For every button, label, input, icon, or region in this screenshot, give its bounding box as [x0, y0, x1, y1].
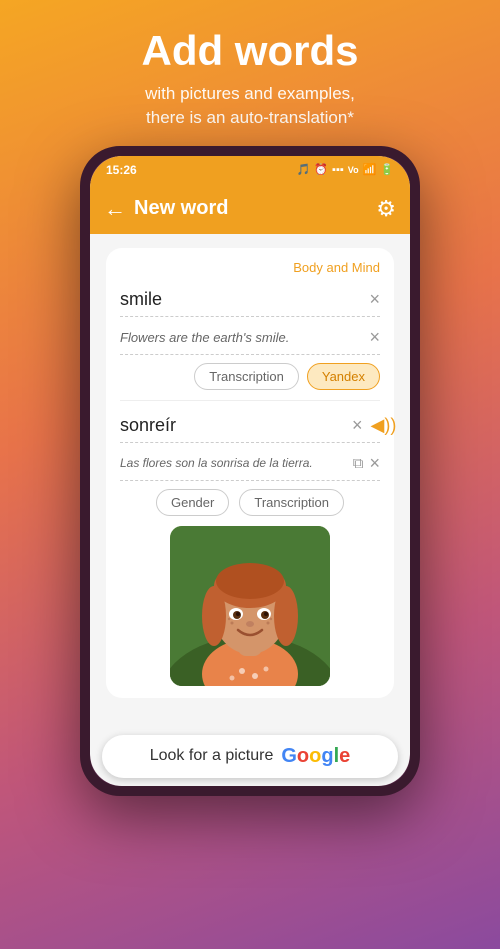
phone-screen: 15:26 🎵 ⏰ ▪▪▪ Vo 📶 🔋 ← New word — [90, 156, 410, 786]
translation-transcription-button[interactable]: Transcription — [239, 489, 344, 516]
divider — [120, 400, 380, 401]
main-content: Body and Mind × Flowers are the earth's … — [90, 234, 410, 727]
category-label[interactable]: Body and Mind — [120, 260, 380, 275]
app-bar-title: New word — [134, 197, 228, 220]
clear-translation-button[interactable]: × — [352, 415, 363, 436]
gender-button[interactable]: Gender — [156, 489, 229, 516]
translation-example-field: Las flores son la sonrisa de la tierra. … — [120, 447, 380, 481]
content-card: Body and Mind × Flowers are the earth's … — [106, 248, 394, 698]
example-text[interactable]: Flowers are the earth's smile. — [120, 330, 369, 345]
copy-icon[interactable]: ⧉ — [353, 455, 364, 472]
back-button[interactable]: ← — [104, 196, 126, 222]
yandex-button[interactable]: Yandex — [307, 363, 380, 390]
status-icons: 🎵 ⏰ ▪▪▪ Vo 📶 🔋 — [297, 163, 394, 176]
translation-input[interactable] — [120, 415, 352, 436]
word-input[interactable] — [120, 289, 369, 310]
source-buttons-row: Transcription Yandex — [120, 363, 380, 390]
translation-actions: × ◀)) — [352, 415, 396, 436]
app-bar-left: ← New word — [104, 196, 228, 222]
settings-icon[interactable]: ⚙ — [376, 196, 396, 222]
google-logo: Google — [281, 745, 350, 768]
person-photo — [170, 526, 330, 686]
app-bar: ← New word ⚙ — [90, 184, 410, 234]
page-title: Add words — [142, 28, 359, 74]
translation-buttons-row: Gender Transcription — [120, 489, 380, 516]
word-image[interactable] — [170, 526, 330, 686]
speaker-icon[interactable]: ◀)) — [371, 415, 397, 436]
page-subtitle: with pictures and examples, there is an … — [142, 82, 359, 130]
transcription-button[interactable]: Transcription — [194, 363, 299, 390]
word-field: × — [120, 283, 380, 317]
translation-section: × ◀)) Las flores son la sonrisa de la ti… — [120, 409, 380, 686]
search-text: Look for a picture — [150, 747, 274, 765]
clear-word-button[interactable]: × — [369, 289, 380, 310]
translation-example-text[interactable]: Las flores son la sonrisa de la tierra. — [120, 456, 353, 470]
top-section: Add words with pictures and examples, th… — [122, 0, 379, 146]
status-bar: 15:26 🎵 ⏰ ▪▪▪ Vo 📶 🔋 — [90, 156, 410, 184]
status-time: 15:26 — [106, 163, 137, 177]
phone-frame: 15:26 🎵 ⏰ ▪▪▪ Vo 📶 🔋 ← New word — [80, 146, 420, 796]
clear-translation-example-button[interactable]: × — [369, 453, 380, 474]
phone-mockup: 15:26 🎵 ⏰ ▪▪▪ Vo 📶 🔋 ← New word — [80, 146, 420, 796]
translation-word-field: × ◀)) — [120, 409, 380, 443]
google-search-bar[interactable]: Look for a picture Google — [102, 735, 398, 778]
translation-example-actions: ⧉ × — [353, 453, 380, 474]
example-field: Flowers are the earth's smile. × — [120, 321, 380, 355]
clear-example-button[interactable]: × — [369, 327, 380, 348]
